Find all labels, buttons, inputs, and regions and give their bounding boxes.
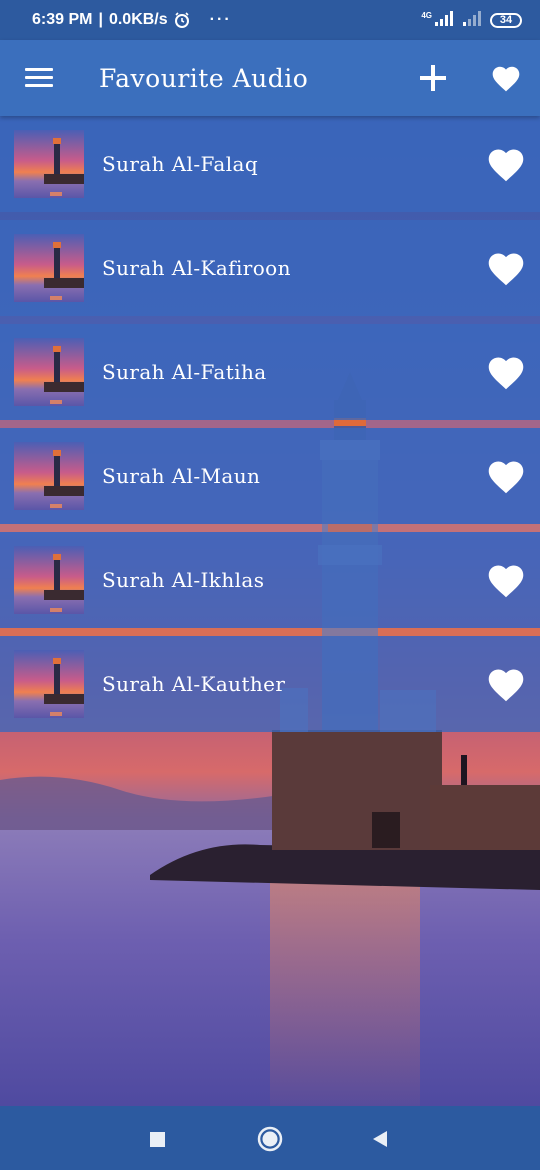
favourite-heart-icon[interactable] — [485, 249, 527, 287]
alarm-icon — [174, 12, 190, 28]
lighthouse-thumbnail — [14, 442, 84, 510]
status-net-speed: 0.0KB/s — [108, 11, 168, 28]
more-notifications-icon: ··· — [209, 11, 232, 28]
circle-home-icon[interactable] — [255, 1124, 285, 1154]
favourite-heart-icon[interactable] — [485, 561, 527, 599]
status-right: 4G 34 — [421, 10, 522, 31]
battery-icon: 34 — [490, 12, 522, 28]
list-item[interactable]: Surah Al-Fatiha — [0, 324, 540, 420]
audio-title: Surah Al-Falaq — [102, 152, 259, 176]
hamburger-menu-icon[interactable] — [25, 68, 53, 88]
lighthouse-thumbnail — [14, 338, 84, 406]
favourite-heart-icon[interactable] — [485, 665, 527, 703]
list-item[interactable]: Surah Al-Kauther — [0, 636, 540, 732]
network-type-label: 4G — [421, 10, 432, 20]
app-bar: Favourite Audio — [0, 40, 540, 116]
audio-title: Surah Al-Ikhlas — [102, 568, 265, 592]
status-left: 6:39 PM | 0.0KB/s ··· — [32, 11, 232, 29]
list-item[interactable]: Surah Al-Maun — [0, 428, 540, 524]
status-separator: | — [98, 11, 103, 28]
signal-strength-secondary-icon — [462, 10, 484, 31]
audio-title: Surah Al-Maun — [102, 464, 261, 488]
status-bar: 6:39 PM | 0.0KB/s ··· 4G 34 — [0, 0, 540, 40]
signal-strength-icon — [434, 10, 456, 31]
heart-icon[interactable] — [490, 63, 522, 93]
list-item[interactable]: Surah Al-Kafiroon — [0, 220, 540, 316]
list-item[interactable]: Surah Al-Ikhlas — [0, 532, 540, 628]
lighthouse-thumbnail — [14, 546, 84, 614]
system-navigation-bar — [0, 1106, 540, 1170]
audio-title: Surah Al-Kafiroon — [102, 256, 291, 280]
favourite-heart-icon[interactable] — [485, 145, 527, 183]
lighthouse-thumbnail — [14, 650, 84, 718]
lighthouse-thumbnail — [14, 234, 84, 302]
status-time: 6:39 PM — [32, 11, 93, 28]
audio-title: Surah Al-Kauther — [102, 672, 286, 696]
favourite-heart-icon[interactable] — [485, 457, 527, 495]
lighthouse-thumbnail — [14, 130, 84, 198]
plus-icon[interactable] — [418, 63, 448, 93]
page-title: Favourite Audio — [99, 63, 309, 93]
triangle-back-icon[interactable] — [365, 1124, 395, 1154]
list-item[interactable]: Surah Al-Falaq — [0, 116, 540, 212]
square-recents-icon[interactable] — [142, 1124, 172, 1154]
audio-title: Surah Al-Fatiha — [102, 360, 267, 384]
favourite-heart-icon[interactable] — [485, 353, 527, 391]
